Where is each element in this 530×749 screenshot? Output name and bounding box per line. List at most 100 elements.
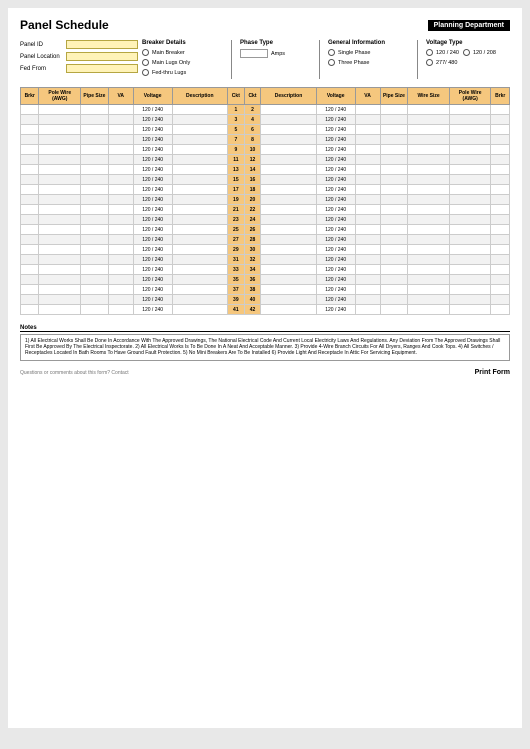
brkr-cell[interactable]: [491, 195, 510, 205]
pipe-cell[interactable]: [81, 265, 109, 275]
wire-cell[interactable]: [408, 235, 450, 245]
va-cell[interactable]: [355, 255, 380, 265]
polewire-cell[interactable]: [39, 115, 81, 125]
polewire-cell[interactable]: [39, 305, 81, 315]
desc-cell[interactable]: [261, 215, 316, 225]
pipe-cell[interactable]: [81, 225, 109, 235]
polewire-cell[interactable]: [449, 175, 491, 185]
pipe-cell[interactable]: [380, 115, 408, 125]
desc-cell[interactable]: [261, 135, 316, 145]
desc-cell[interactable]: [172, 305, 227, 315]
brkr-cell[interactable]: [21, 225, 39, 235]
wire-cell[interactable]: [408, 245, 450, 255]
pipe-cell[interactable]: [380, 295, 408, 305]
va-cell[interactable]: [355, 185, 380, 195]
pipe-cell[interactable]: [380, 165, 408, 175]
brkr-cell[interactable]: [21, 285, 39, 295]
brkr-cell[interactable]: [491, 175, 510, 185]
desc-cell[interactable]: [261, 105, 316, 115]
wire-cell[interactable]: [408, 165, 450, 175]
polewire-cell[interactable]: [39, 155, 81, 165]
desc-cell[interactable]: [172, 295, 227, 305]
desc-cell[interactable]: [261, 235, 316, 245]
single-phase-radio[interactable]: [328, 49, 335, 56]
va-cell[interactable]: [108, 125, 133, 135]
desc-cell[interactable]: [172, 165, 227, 175]
va-cell[interactable]: [108, 295, 133, 305]
brkr-cell[interactable]: [21, 165, 39, 175]
desc-cell[interactable]: [261, 285, 316, 295]
polewire-cell[interactable]: [449, 285, 491, 295]
va-cell[interactable]: [108, 245, 133, 255]
wire-cell[interactable]: [408, 275, 450, 285]
va-cell[interactable]: [355, 135, 380, 145]
brkr-cell[interactable]: [491, 185, 510, 195]
brkr-cell[interactable]: [491, 275, 510, 285]
polewire-cell[interactable]: [39, 275, 81, 285]
desc-cell[interactable]: [172, 285, 227, 295]
pipe-cell[interactable]: [380, 155, 408, 165]
va-cell[interactable]: [108, 275, 133, 285]
desc-cell[interactable]: [172, 105, 227, 115]
pipe-cell[interactable]: [81, 305, 109, 315]
va-cell[interactable]: [108, 115, 133, 125]
polewire-cell[interactable]: [449, 195, 491, 205]
brkr-cell[interactable]: [491, 155, 510, 165]
va-cell[interactable]: [108, 255, 133, 265]
brkr-cell[interactable]: [21, 125, 39, 135]
desc-cell[interactable]: [172, 235, 227, 245]
wire-cell[interactable]: [408, 175, 450, 185]
polewire-cell[interactable]: [449, 205, 491, 215]
wire-cell[interactable]: [408, 145, 450, 155]
polewire-cell[interactable]: [449, 135, 491, 145]
desc-cell[interactable]: [261, 125, 316, 135]
polewire-cell[interactable]: [449, 125, 491, 135]
brkr-cell[interactable]: [21, 145, 39, 155]
pipe-cell[interactable]: [380, 205, 408, 215]
pipe-cell[interactable]: [380, 235, 408, 245]
pipe-cell[interactable]: [81, 295, 109, 305]
pipe-cell[interactable]: [81, 235, 109, 245]
desc-cell[interactable]: [261, 175, 316, 185]
wire-cell[interactable]: [408, 265, 450, 275]
brkr-cell[interactable]: [21, 255, 39, 265]
panel-id-input[interactable]: [66, 40, 138, 49]
va-cell[interactable]: [355, 195, 380, 205]
va-cell[interactable]: [355, 285, 380, 295]
polewire-cell[interactable]: [449, 165, 491, 175]
va-cell[interactable]: [355, 245, 380, 255]
va-cell[interactable]: [108, 195, 133, 205]
va-cell[interactable]: [108, 105, 133, 115]
va-cell[interactable]: [355, 155, 380, 165]
va-cell[interactable]: [108, 175, 133, 185]
va-cell[interactable]: [108, 145, 133, 155]
desc-cell[interactable]: [172, 185, 227, 195]
wire-cell[interactable]: [408, 155, 450, 165]
main-lugs-radio[interactable]: [142, 59, 149, 66]
wire-cell[interactable]: [408, 205, 450, 215]
brkr-cell[interactable]: [21, 235, 39, 245]
brkr-cell[interactable]: [21, 215, 39, 225]
volt-277-480-radio[interactable]: [426, 59, 433, 66]
polewire-cell[interactable]: [39, 125, 81, 135]
pipe-cell[interactable]: [380, 285, 408, 295]
va-cell[interactable]: [355, 115, 380, 125]
pipe-cell[interactable]: [81, 145, 109, 155]
brkr-cell[interactable]: [491, 255, 510, 265]
panel-location-input[interactable]: [66, 52, 138, 61]
desc-cell[interactable]: [261, 155, 316, 165]
brkr-cell[interactable]: [491, 235, 510, 245]
pipe-cell[interactable]: [81, 275, 109, 285]
va-cell[interactable]: [355, 235, 380, 245]
polewire-cell[interactable]: [449, 115, 491, 125]
va-cell[interactable]: [355, 215, 380, 225]
polewire-cell[interactable]: [39, 235, 81, 245]
pipe-cell[interactable]: [380, 265, 408, 275]
va-cell[interactable]: [108, 205, 133, 215]
va-cell[interactable]: [355, 205, 380, 215]
volt-120-208-radio[interactable]: [463, 49, 470, 56]
wire-cell[interactable]: [408, 225, 450, 235]
brkr-cell[interactable]: [491, 285, 510, 295]
wire-cell[interactable]: [408, 125, 450, 135]
brkr-cell[interactable]: [21, 205, 39, 215]
